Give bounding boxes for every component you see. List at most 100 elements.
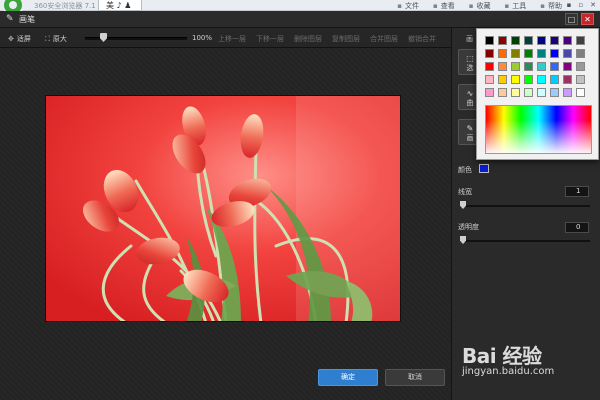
color-swatch[interactable]: [563, 88, 572, 97]
merge-layer-button[interactable]: 合并图层: [370, 34, 398, 44]
color-swatch[interactable]: [511, 88, 520, 97]
browser-window-controls: ▪ ▫ ✕: [567, 1, 596, 9]
color-swatch[interactable]: [511, 36, 520, 45]
color-swatch[interactable]: [563, 75, 572, 84]
color-swatch[interactable]: [576, 75, 585, 84]
move-down-layer-button[interactable]: 下移一层: [256, 34, 284, 44]
color-swatch[interactable]: [550, 49, 559, 58]
color-swatch[interactable]: [511, 49, 520, 58]
toolbar: ✥ 适屏 ⛶ 原大 100% 上移一层 下移一层 删除图层 复制图层 合并图层 撤销…: [0, 28, 451, 48]
color-swatch[interactable]: [550, 75, 559, 84]
maximize-button[interactable]: □: [565, 13, 578, 25]
opacity-slider-knob[interactable]: [460, 236, 466, 244]
color-swatch[interactable]: [498, 62, 507, 71]
pen-tool-label: 画: [466, 134, 474, 142]
zoom-value: 100%: [192, 34, 213, 42]
browser-menu-view[interactable]: 查看: [433, 1, 455, 11]
color-swatch[interactable]: [563, 36, 572, 45]
browser-menu-tools[interactable]: 工具: [505, 1, 526, 11]
color-swatch[interactable]: [524, 36, 533, 45]
color-swatch[interactable]: [524, 62, 533, 71]
color-swatch[interactable]: [498, 36, 507, 45]
browser-restore-icon[interactable]: ▫: [578, 1, 583, 9]
browser-menu: 文件 查看 收藏 工具 帮助: [397, 1, 562, 11]
fit-screen-icon: ✥: [8, 35, 14, 43]
color-swatch[interactable]: [498, 88, 507, 97]
baidu-watermark: Bai 经验 jingyan.baidu.com: [462, 340, 598, 392]
dialog-titlebar: ✎ 画笔 □ ✕: [0, 11, 600, 28]
select-tool-label: 选: [466, 64, 474, 72]
color-picker-popup: [476, 28, 599, 160]
close-button[interactable]: ✕: [581, 13, 594, 25]
color-swatch[interactable]: [485, 49, 494, 58]
color-swatch[interactable]: [498, 75, 507, 84]
line-width-slider-track[interactable]: [460, 205, 590, 207]
delete-layer-button[interactable]: 删除图层: [294, 34, 322, 44]
brush-icon: ✎: [6, 14, 14, 24]
color-swatch[interactable]: [498, 49, 507, 58]
color-swatch[interactable]: [576, 62, 585, 71]
browser-tab[interactable]: 美 ♪ ♟: [98, 0, 142, 11]
opacity-label: 透明度: [458, 223, 479, 231]
canvas-area[interactable]: 确定 取消: [0, 48, 451, 400]
color-swatch[interactable]: [537, 88, 546, 97]
browser-menu-file[interactable]: 文件: [397, 1, 419, 11]
cancel-button[interactable]: 取消: [385, 369, 445, 386]
ok-button[interactable]: 确定: [318, 369, 378, 386]
color-swatch[interactable]: [537, 49, 546, 58]
color-label: 颜色: [458, 166, 472, 174]
browser-title: 360安全浏览器 7.1: [34, 2, 96, 10]
color-swatch[interactable]: [485, 88, 494, 97]
color-swatch[interactable]: [485, 62, 494, 71]
color-swatch[interactable]: [537, 62, 546, 71]
current-color-swatch[interactable]: [479, 164, 489, 173]
browser-minimize-icon[interactable]: ▪: [567, 1, 572, 9]
original-size-icon: ⛶: [45, 35, 50, 43]
color-swatch[interactable]: [485, 75, 494, 84]
baidu-logo: Bai 经验: [462, 344, 542, 368]
color-swatch[interactable]: [550, 88, 559, 97]
original-size-button[interactable]: ⛶ 原大: [45, 34, 67, 44]
browser-tab-label: 美: [106, 1, 114, 10]
color-swatch[interactable]: [576, 88, 585, 97]
color-swatch-grid: [485, 36, 585, 97]
browser-strip: 360安全浏览器 7.1 美 ♪ ♟ 文件 查看 收藏 工具 帮助 ▪ ▫ ✕: [0, 0, 600, 16]
zoom-slider-knob[interactable]: [100, 33, 107, 42]
color-swatch[interactable]: [524, 88, 533, 97]
opacity-input[interactable]: 0: [565, 222, 589, 233]
color-swatch[interactable]: [537, 36, 546, 45]
browser-menu-favorites[interactable]: 收藏: [469, 1, 491, 11]
line-width-input[interactable]: 1: [565, 186, 589, 197]
tulip-photo: [46, 96, 400, 321]
move-up-layer-button[interactable]: 上移一层: [218, 34, 246, 44]
opacity-slider-track[interactable]: [460, 240, 590, 242]
fit-screen-button[interactable]: ✥ 适屏: [8, 34, 31, 44]
color-swatch[interactable]: [524, 49, 533, 58]
app-root: 360安全浏览器 7.1 美 ♪ ♟ 文件 查看 收藏 工具 帮助 ▪ ▫ ✕ …: [0, 0, 600, 400]
color-spectrum[interactable]: [485, 105, 592, 154]
line-width-slider-knob[interactable]: [460, 201, 466, 209]
color-swatch[interactable]: [550, 62, 559, 71]
color-swatch[interactable]: [524, 75, 533, 84]
color-swatch[interactable]: [576, 36, 585, 45]
color-swatch[interactable]: [563, 49, 572, 58]
brush-section-label: 画: [466, 35, 473, 43]
undo-merge-button[interactable]: 撤销合并: [408, 34, 436, 44]
color-swatch[interactable]: [511, 62, 520, 71]
photo-canvas[interactable]: [45, 95, 401, 322]
color-swatch[interactable]: [576, 49, 585, 58]
color-swatch[interactable]: [563, 62, 572, 71]
baidu-url: jingyan.baidu.com: [462, 366, 555, 377]
color-swatch[interactable]: [485, 36, 494, 45]
color-swatch[interactable]: [537, 75, 546, 84]
dialog-title: 画笔: [19, 15, 35, 24]
layer-buttons: 上移一层 下移一层 删除图层 复制图层 合并图层 撤销合并: [218, 34, 436, 44]
browser-close-icon[interactable]: ✕: [590, 1, 596, 9]
line-width-label: 线宽: [458, 188, 472, 196]
browser-menu-help[interactable]: 帮助: [540, 1, 562, 11]
color-swatch[interactable]: [550, 36, 559, 45]
color-swatch[interactable]: [511, 75, 520, 84]
curve-tool-label: 曲: [466, 99, 474, 107]
copy-layer-button[interactable]: 复制图层: [332, 34, 360, 44]
original-size-label: 原大: [52, 35, 67, 43]
